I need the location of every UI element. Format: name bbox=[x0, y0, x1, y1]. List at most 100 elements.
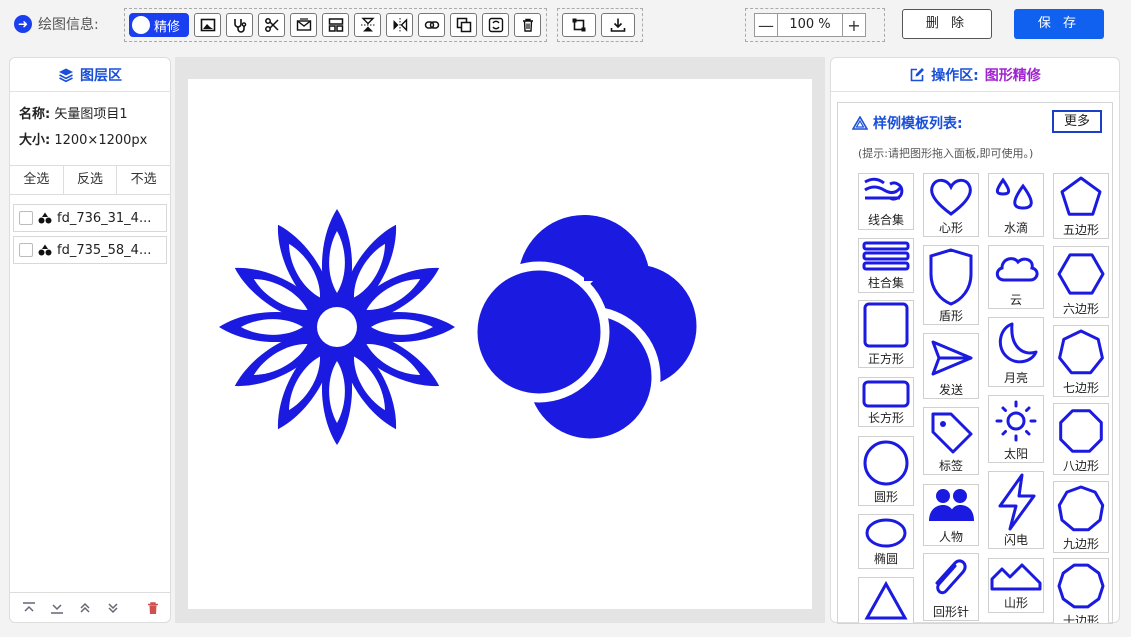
template-label: 发送 bbox=[938, 383, 963, 397]
zoom-out-button[interactable]: — bbox=[755, 14, 777, 36]
template-water-drop[interactable]: 水滴 bbox=[988, 173, 1044, 237]
selection-bar: 全选 反选 不选 bbox=[10, 165, 170, 195]
shield-icon bbox=[929, 248, 973, 306]
zoom-group: — 100 % + bbox=[745, 8, 885, 42]
template-triangle[interactable] bbox=[858, 577, 914, 623]
copy-button[interactable] bbox=[450, 13, 477, 37]
toolbar-title: ➜ 绘图信息: bbox=[14, 14, 99, 34]
ellipse-icon bbox=[865, 518, 907, 548]
template-pentagon[interactable]: 五边形 bbox=[1053, 173, 1109, 239]
crop-button[interactable] bbox=[562, 13, 596, 37]
pentagon-icon bbox=[1060, 176, 1102, 216]
flip-horizontal-button[interactable] bbox=[386, 13, 413, 37]
nonagon-icon bbox=[1057, 485, 1105, 532]
template-shield[interactable]: 盾形 bbox=[923, 245, 979, 325]
template-label: 闪电 bbox=[1003, 533, 1028, 547]
move-to-bottom-icon[interactable] bbox=[50, 601, 64, 615]
canvas-shapes bbox=[219, 209, 706, 448]
template-circle[interactable]: 圆形 bbox=[858, 436, 914, 506]
trash-icon[interactable] bbox=[146, 601, 160, 615]
layer-item[interactable]: fd_735_58_4... bbox=[13, 236, 167, 264]
template-paperclip[interactable]: 回形针 bbox=[923, 553, 979, 621]
project-meta: 名称: 矢量图项目1 大小: 1200×1200px bbox=[10, 92, 170, 154]
delete-layer-button[interactable] bbox=[514, 13, 541, 37]
template-decagon[interactable]: 十边形 bbox=[1053, 558, 1109, 623]
flip-horizontal-icon bbox=[393, 18, 407, 32]
template-bar-set[interactable]: 柱合集 bbox=[858, 238, 914, 293]
layer-checkbox[interactable] bbox=[19, 243, 33, 257]
save-button[interactable]: 保 存 bbox=[1014, 9, 1104, 39]
drop-icon bbox=[995, 177, 1033, 210]
template-label: 长方形 bbox=[867, 411, 904, 425]
template-label: 九边形 bbox=[1062, 537, 1099, 551]
select-all-button[interactable]: 全选 bbox=[10, 166, 64, 194]
size-label: 大小: bbox=[19, 133, 51, 148]
move-up-icon[interactable] bbox=[78, 601, 92, 615]
template-list-title: 样例模板列表: bbox=[873, 116, 963, 132]
template-line-set[interactable]: 线合集 bbox=[858, 173, 914, 230]
replace-icon bbox=[488, 17, 503, 33]
edit-icon bbox=[910, 67, 925, 81]
shapes-icon bbox=[38, 244, 52, 256]
template-label: 心形 bbox=[938, 221, 963, 235]
template-nonagon[interactable]: 九边形 bbox=[1053, 481, 1109, 553]
mail-button[interactable] bbox=[290, 13, 317, 37]
replace-button[interactable] bbox=[482, 13, 509, 37]
template-tag[interactable]: 标签 bbox=[923, 407, 979, 475]
template-lightning[interactable]: 闪电 bbox=[988, 471, 1044, 549]
flower-shape[interactable] bbox=[219, 209, 455, 445]
template-label: 六边形 bbox=[1062, 302, 1099, 316]
template-square[interactable]: 正方形 bbox=[858, 300, 914, 368]
rectangle-icon bbox=[862, 380, 910, 408]
layer-order-bar bbox=[10, 592, 170, 622]
template-rectangle[interactable]: 长方形 bbox=[858, 377, 914, 427]
flip-vertical-button[interactable] bbox=[354, 13, 381, 37]
template-hexagon[interactable]: 六边形 bbox=[1053, 246, 1109, 318]
triangle-icon bbox=[864, 580, 908, 620]
template-label: 八边形 bbox=[1062, 459, 1099, 473]
edit-tools-group: 精修 bbox=[124, 8, 547, 42]
template-moon[interactable]: 月亮 bbox=[988, 317, 1044, 387]
template-person[interactable]: 人物 bbox=[923, 484, 979, 546]
send-icon bbox=[931, 340, 973, 376]
template-heart[interactable]: 心形 bbox=[923, 173, 979, 237]
move-down-icon[interactable] bbox=[106, 601, 120, 615]
invert-selection-button[interactable]: 反选 bbox=[64, 166, 118, 194]
layout-button[interactable] bbox=[322, 13, 349, 37]
template-ellipse[interactable]: 椭圆 bbox=[858, 514, 914, 569]
scissors-button[interactable] bbox=[258, 13, 285, 37]
template-send[interactable]: 发送 bbox=[923, 333, 979, 399]
people-icon bbox=[929, 489, 974, 521]
template-mountain[interactable]: 山形 bbox=[988, 558, 1044, 613]
template-heptagon[interactable]: 七边形 bbox=[1053, 325, 1109, 397]
stethoscope-button[interactable] bbox=[226, 13, 253, 37]
polygon-outline bbox=[1057, 563, 1105, 609]
layer-checkbox[interactable] bbox=[19, 211, 33, 225]
template-label: 回形针 bbox=[932, 605, 969, 619]
refine-toggle[interactable]: 精修 bbox=[129, 13, 189, 37]
drawing-canvas[interactable] bbox=[188, 79, 812, 609]
image-button[interactable] bbox=[194, 13, 221, 37]
link-button[interactable] bbox=[418, 13, 445, 37]
zoom-in-button[interactable]: + bbox=[843, 14, 865, 36]
more-button[interactable]: 更多 bbox=[1052, 110, 1102, 133]
crop-icon bbox=[572, 18, 586, 32]
download-button[interactable] bbox=[601, 13, 635, 37]
layer-item[interactable]: fd_736_31_4... bbox=[13, 204, 167, 232]
mountain-icon bbox=[990, 563, 1042, 591]
swirl-shape[interactable] bbox=[468, 215, 706, 448]
template-label: 圆形 bbox=[873, 490, 898, 504]
link-icon bbox=[424, 21, 439, 29]
template-list-header: 样例模板列表: bbox=[852, 113, 963, 133]
select-none-button[interactable]: 不选 bbox=[117, 166, 170, 194]
move-to-top-icon[interactable] bbox=[22, 601, 36, 615]
delete-button[interactable]: 删 除 bbox=[902, 9, 992, 39]
template-octagon[interactable]: 八边形 bbox=[1053, 403, 1109, 475]
template-cloud[interactable]: 云 bbox=[988, 245, 1044, 309]
template-sun[interactable]: 太阳 bbox=[988, 395, 1044, 463]
template-hint: (提示:请把图形拖入面板,即可使用。) bbox=[858, 147, 1034, 160]
circle-icon bbox=[863, 440, 909, 486]
template-label: 椭圆 bbox=[873, 552, 898, 566]
template-label: 五边形 bbox=[1062, 223, 1099, 237]
zoom-value[interactable]: 100 % bbox=[777, 14, 843, 36]
